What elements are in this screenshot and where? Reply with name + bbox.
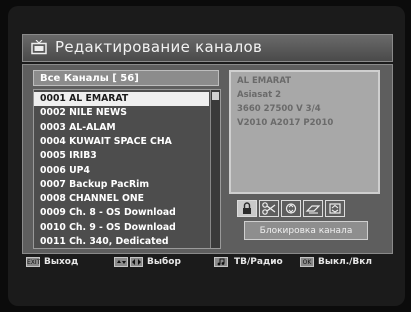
channel-edit-panel: Все Каналы [ 56] 0001 AL EMARAT 0002 NILE… bbox=[22, 64, 393, 254]
block-channel-label: Блокировка канала bbox=[244, 221, 368, 240]
channel-row[interactable]: 0003 AL-ALAM bbox=[34, 121, 209, 135]
channel-row[interactable]: 0004 KUWAIT SPACE CHA bbox=[34, 135, 209, 149]
info-transponder: 3660 27500 V 3/4 bbox=[237, 104, 321, 114]
sort-icon bbox=[329, 203, 341, 214]
scrollbar-thumb[interactable] bbox=[212, 92, 219, 100]
info-pids: V2010 A2017 P2010 bbox=[237, 118, 334, 128]
rename-icon bbox=[305, 205, 321, 214]
lock-icon bbox=[243, 202, 251, 214]
channel-list[interactable]: 0001 AL EMARAT 0002 NILE NEWS 0003 AL-ALAM… bbox=[33, 89, 221, 249]
channel-list-header: Все Каналы [ 56] bbox=[33, 70, 219, 86]
tv-screen: Редактирование каналов Все Каналы [ 56] … bbox=[8, 6, 405, 306]
tv-icon bbox=[31, 40, 47, 55]
scissors-icon bbox=[262, 202, 276, 215]
channel-row[interactable]: 0011 Ch. 340, Dedicated bbox=[34, 235, 209, 249]
channel-row[interactable]: 0001 AL EMARAT bbox=[34, 92, 209, 106]
channel-row[interactable]: 0008 CHANNEL ONE bbox=[34, 192, 209, 206]
leftright-arrows-icon bbox=[132, 259, 141, 265]
move-icon bbox=[285, 203, 297, 214]
channel-row[interactable]: 0009 Ch. 8 - OS Download bbox=[34, 206, 209, 220]
updown-arrows-icon bbox=[117, 260, 126, 264]
channel-info-box: AL EMARAT Asiasat 2 3660 27500 V 3/4 V20… bbox=[229, 70, 380, 194]
select-hint: Выбор bbox=[147, 257, 181, 267]
title-bar: Редактирование каналов bbox=[22, 34, 393, 62]
toggle-hint: Выкл./Вкл bbox=[318, 257, 372, 267]
channel-row[interactable]: 0006 UP4 bbox=[34, 164, 209, 178]
tvradio-key bbox=[214, 257, 228, 267]
channel-row[interactable]: 0010 Ch. 9 - OS Download bbox=[34, 221, 209, 235]
key-hints-bar: EXIT Выход Выбор ТВ/Радио OK Выкл./Вкл bbox=[22, 256, 391, 270]
updown-key bbox=[114, 257, 128, 267]
channel-row[interactable]: 0005 IRIB3 bbox=[34, 149, 209, 163]
info-satellite: Asiasat 2 bbox=[237, 90, 282, 100]
sort-button[interactable] bbox=[325, 200, 345, 217]
lock-button[interactable] bbox=[237, 200, 257, 217]
info-channel-name: AL EMARAT bbox=[237, 76, 292, 86]
music-note-icon bbox=[217, 258, 225, 266]
tvradio-hint: ТВ/Радио bbox=[234, 257, 283, 267]
list-scrollbar[interactable] bbox=[210, 90, 220, 248]
exit-hint: Выход bbox=[44, 257, 79, 267]
page-title: Редактирование каналов bbox=[55, 38, 263, 56]
leftright-key bbox=[130, 257, 143, 267]
move-button[interactable] bbox=[281, 200, 301, 217]
channel-row[interactable]: 0002 NILE NEWS bbox=[34, 106, 209, 120]
cut-button[interactable] bbox=[259, 200, 279, 217]
channel-row[interactable]: 0007 Backup PacRim bbox=[34, 178, 209, 192]
ok-key: OK bbox=[300, 257, 314, 267]
exit-key: EXIT bbox=[26, 257, 41, 267]
rename-button[interactable] bbox=[303, 200, 323, 217]
